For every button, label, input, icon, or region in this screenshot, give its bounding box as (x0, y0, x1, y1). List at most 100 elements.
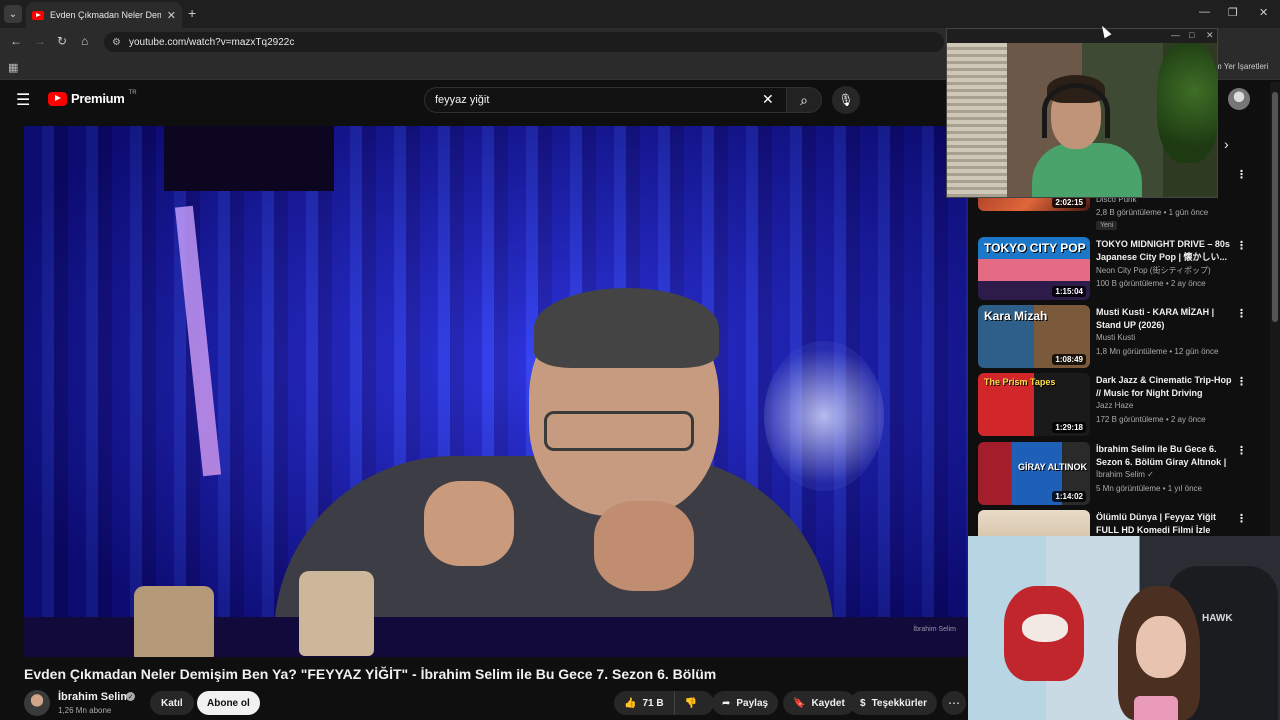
new-badge: Yeni (1096, 221, 1118, 230)
webcam-window-titlebar[interactable]: — □ ✕ (947, 29, 1217, 43)
recommendation-channel[interactable]: Musti Kusti (1096, 333, 1135, 342)
recommendation-item[interactable]: Ölümlü Dünya | Feyyaz Yiğit FULL HD Kome… (978, 510, 1248, 536)
search-box (424, 87, 786, 113)
video-title: Evden Çıkmadan Neler Demişim Ben Ya? "FE… (24, 666, 717, 682)
duration-badge: 2:02:15 (1052, 197, 1086, 208)
thumbnail-text: Kara Mizah (984, 309, 1048, 323)
share-icon: ➦ (722, 697, 731, 709)
recommendation-title[interactable]: TOKYO MIDNIGHT DRIVE – 80s Japanese City… (1096, 238, 1232, 264)
clear-search-icon[interactable]: ✕ (762, 91, 774, 108)
save-button[interactable]: 🔖 Kaydet (783, 691, 855, 715)
channel-avatar[interactable] (24, 690, 50, 716)
more-icon: ⋯ (948, 696, 960, 710)
duration-badge: 1:29:18 (1052, 422, 1086, 433)
more-options-icon[interactable]: ⋮ (1236, 239, 1247, 252)
site-info-icon[interactable]: ⚙ (112, 37, 121, 48)
video-player[interactable]: İbrahim Selim (24, 126, 968, 657)
logo-text: Premium (71, 91, 125, 106)
minimize-icon[interactable]: — (1199, 6, 1210, 18)
video-thumbnail[interactable]: The Prism Tapes 1:29:18 (978, 373, 1090, 436)
verified-icon: ✓ (126, 692, 135, 701)
more-options-icon[interactable]: ⋮ (1236, 168, 1247, 181)
maximize-icon[interactable]: □ (1189, 30, 1194, 40)
thumbs-down-icon: 👎 (684, 697, 698, 709)
recommendation-meta: 2,8 B görüntüleme • 1 gün önce (1096, 208, 1209, 217)
video-watermark: İbrahim Selim (913, 626, 956, 633)
channel-name[interactable]: İbrahim Selim (58, 691, 130, 703)
window-close-icon[interactable]: ✕ (1259, 6, 1268, 19)
duration-badge: 1:14:02 (1052, 491, 1086, 502)
dislike-button[interactable]: 👎 (675, 691, 707, 715)
search-button[interactable]: ⌕ (786, 87, 822, 113)
recommendation-channel[interactable]: İbrahim Selim ✓ (1096, 470, 1154, 479)
recommendation-title[interactable]: Musti Kusti - KARA MİZAH | Stand UP (202… (1096, 306, 1232, 332)
all-bookmarks-label[interactable]: m Yer İşaretleri (1215, 62, 1268, 71)
forward-icon[interactable]: → (34, 34, 46, 48)
thanks-label: Teşekkürler (871, 697, 927, 709)
recommendation-meta: 5 Mn görüntüleme • 1 yıl önce (1096, 484, 1202, 493)
scrollbar-thumb[interactable] (1272, 92, 1278, 322)
minimize-icon[interactable]: — (1171, 30, 1180, 40)
recommendation-item[interactable]: GİRAY ALTINOK 1:14:02 İbrahim Selim ile … (978, 442, 1248, 506)
recommendation-item[interactable]: The Prism Tapes 1:29:18 Dark Jazz & Cine… (978, 373, 1248, 437)
voice-search-button[interactable]: 🎙 (832, 86, 860, 114)
recommendation-channel[interactable]: Neon City Pop (街シティポップ) (1096, 265, 1211, 276)
save-label: Kaydet (811, 697, 845, 709)
search-input[interactable] (435, 94, 755, 106)
more-options-icon[interactable]: ⋮ (1236, 444, 1247, 457)
home-icon[interactable]: ⌂ (81, 34, 88, 48)
reload-icon[interactable]: ↻ (57, 34, 67, 48)
recommendation-channel[interactable]: Jazz Haze (1096, 401, 1133, 410)
recommendation-meta: 1,8 Mn görüntüleme • 12 gün önce (1096, 347, 1219, 356)
video-thumbnail[interactable] (978, 510, 1090, 536)
thumbnail-text: TOKYO CITY POP (984, 241, 1086, 255)
youtube-logo-icon (48, 91, 67, 106)
more-actions-button[interactable]: ⋯ (942, 691, 966, 715)
duration-badge: 1:08:49 (1052, 354, 1086, 365)
recommendation-item[interactable]: Kara Mizah 1:08:49 Musti Kusti - KARA Mİ… (978, 305, 1248, 369)
thanks-button[interactable]: $ Teşekkürler (850, 691, 937, 715)
recommendation-meta: 100 B görüntüleme • 2 ay önce (1096, 279, 1206, 288)
verified-icon: ✓ (1147, 470, 1154, 479)
more-options-icon[interactable]: ⋮ (1236, 307, 1247, 320)
like-count: 71 B (642, 697, 664, 709)
restore-icon[interactable]: ❐ (1228, 6, 1238, 19)
account-avatar[interactable] (1228, 88, 1250, 110)
subscribe-button[interactable]: Abone ol (197, 691, 260, 715)
join-button[interactable]: Katıl (150, 691, 194, 715)
recommendation-meta: 172 B görüntüleme • 2 ay önce (1096, 415, 1206, 424)
new-tab-icon[interactable]: + (188, 5, 196, 21)
webcam-feed-bottom: HAWK (968, 536, 1280, 720)
video-thumbnail[interactable]: TOKYO CITY POP 1:15:04 (978, 237, 1090, 300)
menu-icon[interactable]: ☰ (16, 90, 30, 110)
video-thumbnail[interactable]: GİRAY ALTINOK 1:14:02 (978, 442, 1090, 505)
browser-tab[interactable]: Evden Çıkmadan Neler Demişim ✕ (26, 2, 182, 28)
more-options-icon[interactable]: ⋮ (1236, 512, 1247, 525)
search-icon: ⌕ (800, 91, 808, 108)
super-thanks-icon: $ (860, 697, 866, 709)
url-field[interactable]: ⚙ youtube.com/watch?v=mazxTq2922c (104, 32, 944, 52)
recommendation-title[interactable]: Dark Jazz & Cinematic Trip-Hop // Music … (1096, 374, 1232, 400)
thumbnail-text: GİRAY ALTINOK (1018, 462, 1088, 472)
thumbnail-text: The Prism Tapes (984, 377, 1056, 387)
youtube-logo[interactable]: Premium TR (48, 90, 137, 106)
apps-grid-icon[interactable]: ▦ (8, 61, 18, 74)
share-button[interactable]: ➦ Paylaş (712, 691, 779, 715)
close-icon[interactable]: ✕ (1206, 30, 1214, 41)
video-thumbnail[interactable]: Kara Mizah 1:08:49 (978, 305, 1090, 368)
tab-close-icon[interactable]: ✕ (167, 9, 176, 22)
bookmark-icon: 🔖 (793, 697, 806, 709)
recommendation-title[interactable]: İbrahim Selim ile Bu Gece 6. Sezon 6. Bö… (1096, 443, 1232, 469)
tab-search-button[interactable]: ⌄ (4, 5, 22, 23)
webcam-feed (947, 43, 1217, 197)
like-button[interactable]: 👍 71 B (614, 691, 675, 715)
webcam-window-top[interactable]: — □ ✕ (946, 28, 1218, 198)
more-options-icon[interactable]: ⋮ (1236, 375, 1247, 388)
back-icon[interactable]: ← (10, 34, 22, 48)
youtube-favicon-icon (32, 10, 44, 20)
recommendation-item[interactable]: TOKYO CITY POP 1:15:04 TOKYO MIDNIGHT DR… (978, 237, 1248, 301)
duration-badge: 1:15:04 (1052, 286, 1086, 297)
recommendation-title[interactable]: Ölümlü Dünya | Feyyaz Yiğit FULL HD Kome… (1096, 511, 1232, 536)
microphone-icon: 🎙 (838, 93, 854, 107)
chair-brand-text: HAWK (1202, 613, 1233, 624)
